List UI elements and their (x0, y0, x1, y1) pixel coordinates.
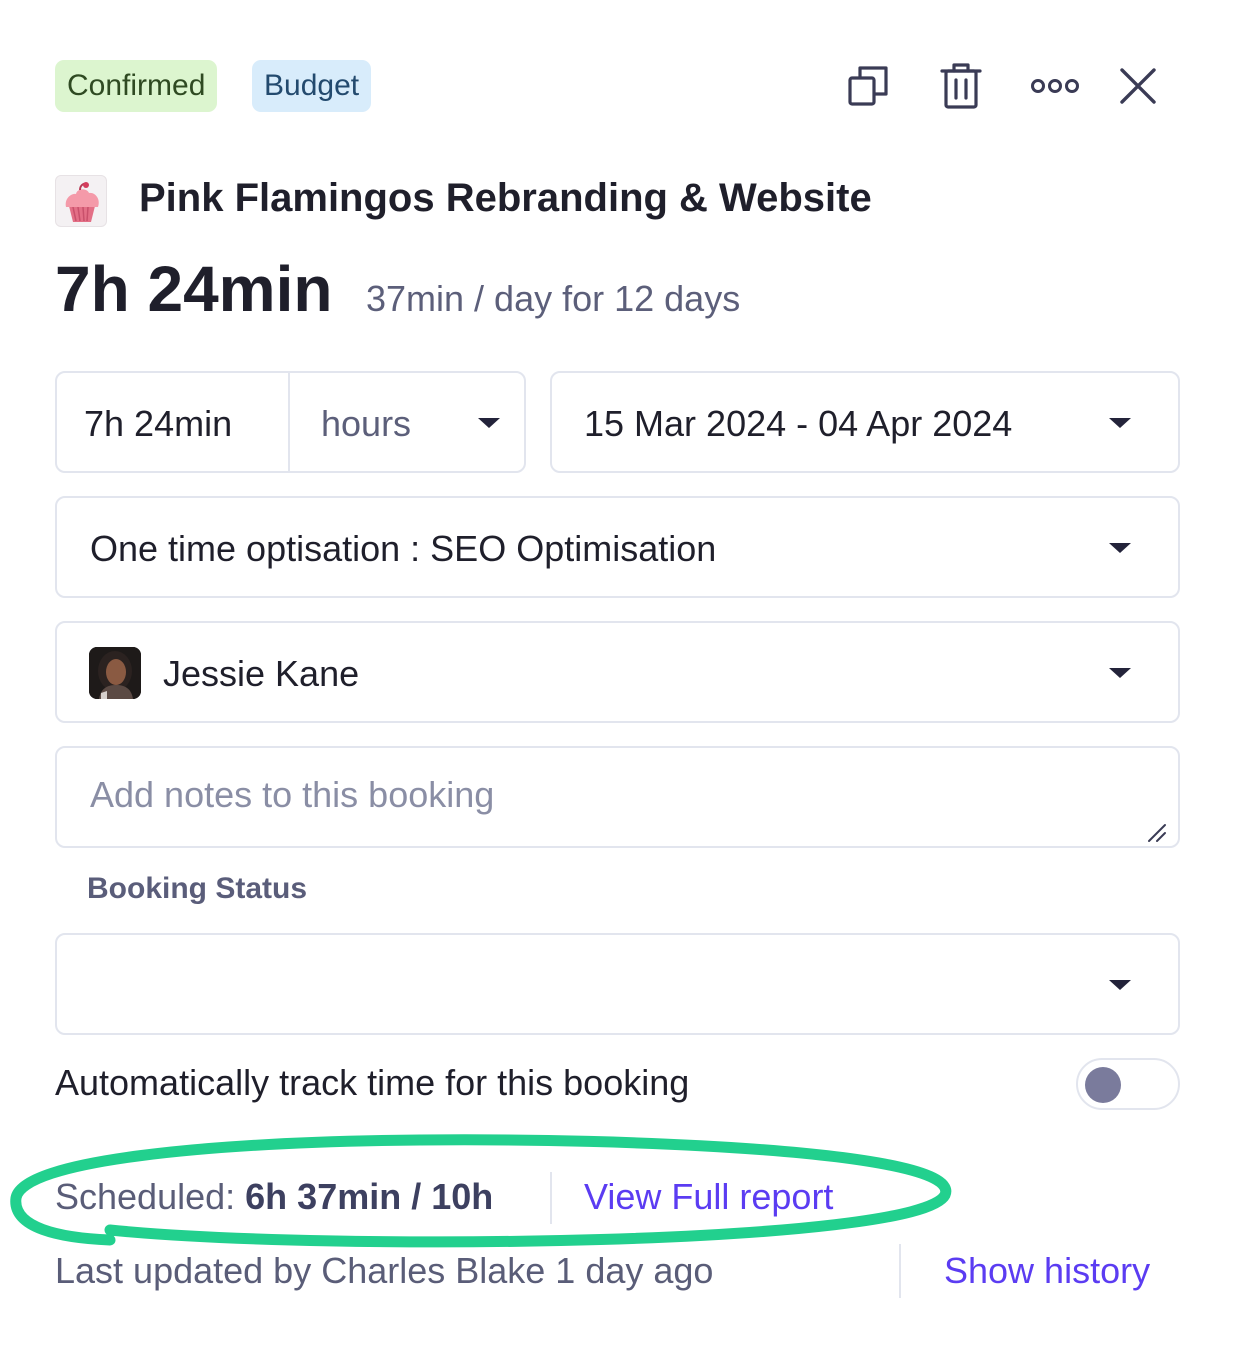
close-icon (1120, 68, 1156, 104)
delete-button[interactable] (935, 60, 987, 112)
duplicate-icon (848, 66, 888, 106)
notes-input[interactable] (57, 748, 1178, 846)
avatar (89, 647, 141, 699)
close-button[interactable] (1112, 60, 1164, 112)
scheduled-summary: Scheduled: 6h 37min / 10h (55, 1176, 493, 1218)
auto-track-toggle[interactable] (1076, 1058, 1180, 1110)
confirmed-badge: Confirmed (55, 60, 218, 112)
notes-field (55, 746, 1180, 848)
chevron-down-icon (478, 418, 500, 428)
scheduled-value: 6h 37min / 10h (245, 1176, 494, 1217)
service-select[interactable]: One time optisation : SEO Optimisation (55, 496, 1180, 598)
chevron-down-icon (1109, 668, 1131, 678)
service-value: One time optisation : SEO Optimisation (90, 528, 717, 569)
project-logo (55, 175, 107, 227)
person-select[interactable]: Jessie Kane (55, 621, 1180, 723)
toggle-knob (1085, 1067, 1121, 1103)
unit-select-value: hours (321, 403, 412, 444)
budget-badge: Budget (252, 60, 372, 112)
chevron-down-icon (1109, 418, 1131, 428)
total-duration: 7h 24min (55, 253, 333, 325)
more-options-button[interactable] (1029, 60, 1081, 112)
date-range-select[interactable]: 15 Mar 2024 - 04 Apr 2024 (550, 371, 1180, 473)
cupcake-icon (65, 182, 99, 222)
trash-icon (940, 63, 982, 109)
resize-handle-icon[interactable] (1146, 822, 1168, 844)
footer-divider (550, 1172, 552, 1224)
date-range-value: 15 Mar 2024 - 04 Apr 2024 (584, 403, 1013, 444)
auto-track-label: Automatically track time for this bookin… (55, 1062, 690, 1103)
duration-group: 7h 24min hours (55, 371, 526, 473)
footer-divider (899, 1244, 901, 1298)
view-full-report-link[interactable]: View Full report (584, 1176, 833, 1218)
duration-input[interactable]: 7h 24min (84, 403, 232, 445)
duplicate-button[interactable] (842, 60, 894, 112)
scheduled-label: Scheduled: (55, 1176, 236, 1217)
booking-status-label: Booking Status (87, 872, 308, 905)
booking-status-select[interactable] (55, 933, 1180, 1035)
more-icon (1031, 79, 1079, 93)
person-name: Jessie Kane (163, 653, 360, 694)
last-updated-text: Last updated by Charles Blake 1 day ago (55, 1250, 714, 1291)
per-day-summary: 37min / day for 12 days (366, 278, 741, 319)
chevron-down-icon (1109, 543, 1131, 553)
show-history-link[interactable]: Show history (944, 1250, 1150, 1292)
chevron-down-icon (1109, 980, 1131, 990)
unit-select[interactable]: hours (290, 373, 526, 471)
project-title: Pink Flamingos Rebranding & Website (139, 176, 872, 220)
